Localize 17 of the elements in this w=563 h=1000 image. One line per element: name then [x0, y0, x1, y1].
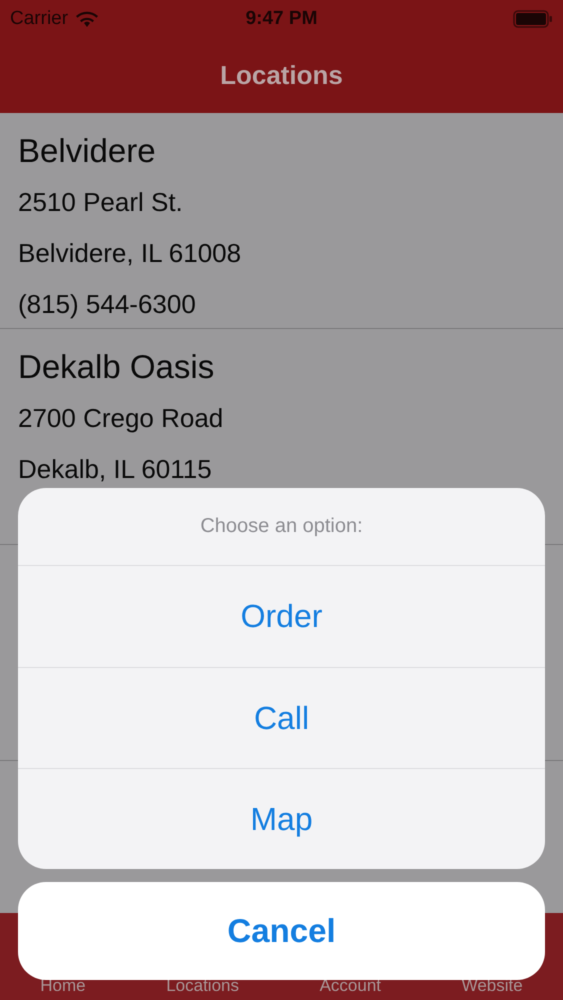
- location-detail: (815) 544-6300: [18, 288, 197, 321]
- location-name: Dekalb Oasis: [18, 347, 216, 387]
- cancel-button[interactable]: Cancel: [18, 882, 545, 980]
- status-time: 9:47 PM: [246, 8, 318, 30]
- location-detail: Belvidere, IL 61008: [18, 237, 242, 270]
- wifi-icon: [76, 10, 98, 26]
- carrier-label: Carrier: [10, 8, 68, 30]
- action-button[interactable]: Order: [18, 566, 545, 667]
- action-button[interactable]: Map: [18, 768, 545, 869]
- battery-icon: [513, 10, 553, 28]
- sheet-title: Choose an option:: [200, 515, 363, 538]
- action-button[interactable]: Call: [18, 667, 545, 768]
- location-detail: 2700 Crego Road: [18, 402, 224, 435]
- location-detail: 2510 Pearl St.: [18, 186, 184, 219]
- nav-title: Locations: [220, 60, 343, 90]
- location-name: Belvidere: [18, 131, 157, 171]
- location-detail: Dekalb, IL 60115: [18, 453, 213, 486]
